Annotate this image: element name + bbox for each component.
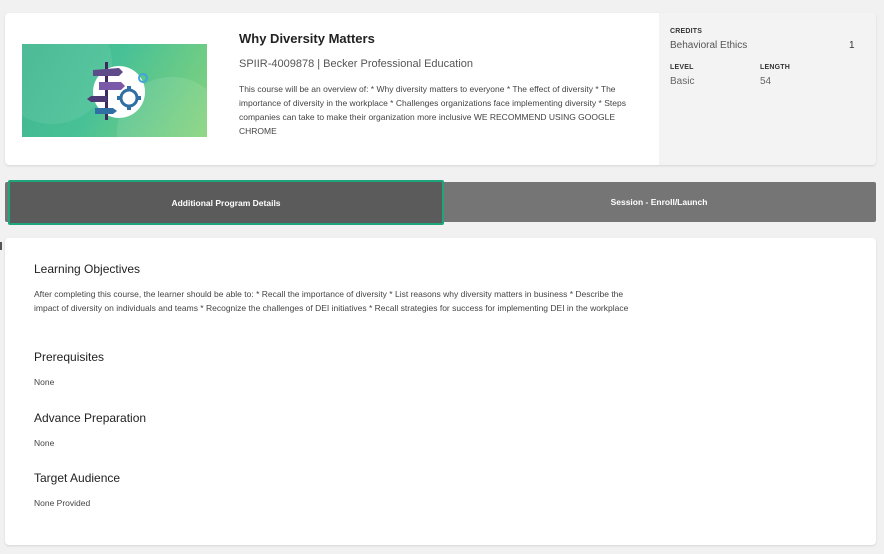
level-value: Basic	[670, 76, 695, 87]
course-meta-panel: CREDITS Behavioral Ethics 1 LEVEL Basic …	[659, 13, 876, 165]
length-value: 54	[760, 76, 772, 87]
course-description: This course will be an overview of: * Wh…	[239, 84, 626, 136]
level-label: LEVEL	[670, 64, 694, 71]
course-title: Why Diversity Matters	[239, 31, 375, 46]
length-label: LENGTH	[760, 64, 790, 71]
credits-category: Behavioral Ethics	[670, 40, 748, 51]
tab-additional-program-details[interactable]: Additional Program Details	[8, 180, 444, 225]
section-heading-target-audience: Target Audience	[34, 471, 121, 485]
program-tabs: Additional Program Details Session - Enr…	[5, 180, 876, 225]
course-info: Why Diversity Matters SPIIR-4009878 | Be…	[239, 31, 649, 138]
course-header-card: Why Diversity Matters SPIIR-4009878 | Be…	[5, 13, 876, 165]
section-text-prerequisites: None	[34, 377, 55, 387]
credits-value: 1	[849, 40, 855, 51]
course-thumbnail	[22, 44, 207, 137]
section-text-learning-objectives: After completing this course, the learne…	[34, 289, 629, 313]
section-heading-prerequisites: Prerequisites	[34, 350, 105, 364]
section-text-target-audience: None Provided	[34, 498, 91, 508]
edge-marker	[0, 242, 2, 250]
credits-label: CREDITS	[670, 28, 703, 35]
section-heading-advance-preparation: Advance Preparation	[34, 411, 147, 425]
program-details-card: Learning Objectives After completing thi…	[5, 238, 876, 545]
section-text-advance-preparation: None	[34, 438, 55, 448]
course-code-provider: SPIIR-4009878 | Becker Professional Educ…	[239, 58, 473, 70]
signpost-gears-icon	[87, 62, 148, 120]
section-heading-learning-objectives: Learning Objectives	[34, 262, 141, 276]
tab-session-enroll-launch[interactable]: Session - Enroll/Launch	[442, 182, 876, 222]
